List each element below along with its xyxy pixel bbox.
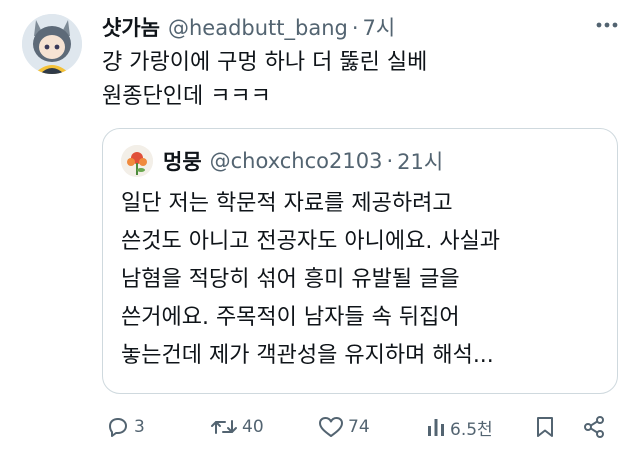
tweet-header: 샷가놈 @headbutt_bang · 7시 xyxy=(102,12,395,42)
author-name[interactable]: 샷가놈 xyxy=(102,12,160,42)
bookmark-button[interactable] xyxy=(534,410,556,444)
author-handle[interactable]: @headbutt_bang xyxy=(168,16,348,40)
quoted-tweet-text: 일단 저는 학문적 자료를 제공하려고 쓴것도 아니고 전공자도 아니에요. 사… xyxy=(121,185,601,375)
flower-avatar-icon xyxy=(121,145,153,177)
share-icon xyxy=(584,416,604,438)
views-button[interactable]: 6.5천 xyxy=(426,410,493,444)
quoted-text-line: 남혐을 적당히 섞어 흥미 유발될 글을 xyxy=(121,267,460,292)
quoted-text-line: 쓴것도 아니고 전공자도 아니에요. 사실과 xyxy=(121,229,501,254)
tweet-text-line: 걍 가랑이에 구멍 하나 더 뚫린 실베 xyxy=(102,50,428,75)
views-icon xyxy=(428,419,444,436)
retweet-button[interactable]: 40 xyxy=(210,410,264,444)
like-count: 74 xyxy=(348,417,370,437)
tweet-text: 걍 가랑이에 구멍 하나 더 뚫린 실베 원종단인데 ㅋㅋㅋ xyxy=(102,46,602,114)
share-button[interactable] xyxy=(582,410,606,444)
reply-icon xyxy=(109,418,127,437)
author-avatar[interactable] xyxy=(22,14,82,74)
reply-button[interactable]: 3 xyxy=(106,410,145,444)
quoted-author-avatar[interactable] xyxy=(121,145,153,177)
tweet-text-line: 원종단인데 ㅋㅋㅋ xyxy=(102,84,271,109)
more-horizontal-icon xyxy=(596,22,618,28)
retweet-icon xyxy=(211,420,237,434)
more-button[interactable] xyxy=(592,12,622,38)
quoted-text-line: 일단 저는 학문적 자료를 제공하려고 xyxy=(121,191,453,216)
anime-girl-avatar-icon xyxy=(22,14,82,74)
quoted-author-handle[interactable]: @choxchco2103 xyxy=(210,149,383,173)
quoted-tweet-card[interactable]: 멍뭉 @choxchco2103 · 21시 일단 저는 학문적 자료를 제공하… xyxy=(102,128,618,394)
views-count: 6.5천 xyxy=(450,419,493,440)
quoted-text-line: 놓는건데 제가 객관성을 유지하며 해석... xyxy=(121,343,494,368)
tweet-time[interactable]: 7시 xyxy=(363,12,396,42)
bookmark-icon xyxy=(537,417,553,437)
heart-icon xyxy=(319,417,343,437)
retweet-count: 40 xyxy=(242,417,264,437)
reply-count: 3 xyxy=(134,417,145,437)
quoted-tweet-header: 멍뭉 @choxchco2103 · 21시 xyxy=(121,145,443,177)
action-bar: 3 40 74 6.5천 xyxy=(102,410,622,444)
separator-dot: · xyxy=(351,16,359,40)
separator-dot: · xyxy=(386,149,394,173)
quoted-text-line: 쓴거에요. 주목적이 남자들 속 뒤집어 xyxy=(121,305,460,330)
quoted-author-name[interactable]: 멍뭉 xyxy=(163,146,202,176)
like-button[interactable]: 74 xyxy=(318,410,370,444)
quoted-tweet-time[interactable]: 21시 xyxy=(397,146,443,176)
